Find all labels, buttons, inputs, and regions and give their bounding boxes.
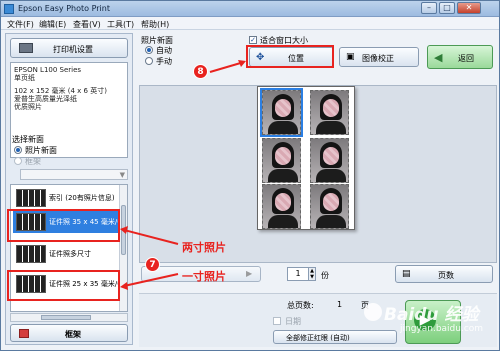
red-eye-label: 全部修正红眼 (自动) [286, 334, 350, 342]
image-correct-button[interactable]: ▣ 图像校正 [339, 47, 419, 67]
printer-settings-label: 打印机设置 [53, 45, 93, 54]
back-button[interactable]: ◀ 返回 [427, 45, 493, 69]
layout-label: 索引 (20有照片信息) [49, 194, 115, 202]
baidu-watermark: Baidu 经验 jingyan.baidu.com [362, 300, 498, 348]
chevron-down-icon: ▼ [119, 171, 125, 179]
watermark-brand: Baidu 经验 [384, 305, 479, 325]
copies-input[interactable]: 1 [287, 267, 309, 281]
paper-source: 单页纸 [14, 74, 35, 82]
printer-model: EPSON L100 Series [14, 66, 82, 74]
pages-button[interactable]: ▤ 页数 [395, 265, 493, 283]
scrollbar-thumb[interactable] [41, 315, 91, 320]
manual-label: 手动 [156, 57, 172, 66]
total-pages-label: 总页数: [287, 301, 314, 310]
photo-paper-radio-label: 照片新面 [25, 146, 57, 155]
two-inch-label: 两寸照片 [182, 241, 226, 254]
photo-slot[interactable] [310, 184, 349, 229]
date-label: 日期 [285, 317, 301, 326]
total-pages-value: 1 [337, 300, 343, 309]
layout-list-hscrollbar[interactable] [10, 313, 128, 322]
photo-slot[interactable] [310, 90, 349, 135]
menu-file[interactable]: 文件(F) [7, 19, 34, 30]
menu-bar: 文件(F) 编辑(E) 查看(V) 工具(T) 帮助(H) [1, 17, 499, 30]
image-correct-label: 图像校正 [362, 54, 394, 63]
layout-thumbnail [16, 245, 46, 263]
title-bar: Epson Easy Photo Print – □ ✕ [1, 1, 499, 17]
pages-icon: ▤ [402, 269, 411, 279]
pages-button-label: 页数 [438, 271, 454, 280]
photo-slot[interactable] [310, 138, 349, 183]
layout-item-multi[interactable]: 证件照多尺寸 [13, 243, 119, 265]
back-arrow-icon: ◀ [434, 51, 443, 64]
frame-icon [19, 329, 29, 338]
photo-paper-radio[interactable] [14, 146, 22, 154]
layout-thumbnail [16, 189, 46, 207]
layout-item-index[interactable]: 索引 (20有照片信息) [13, 187, 119, 209]
printer-settings-button[interactable]: 打印机设置 [10, 38, 128, 58]
maximize-button[interactable]: □ [439, 2, 455, 14]
frame-button[interactable]: 框架 [10, 324, 128, 342]
printer-icon [19, 43, 33, 53]
copies-stepper[interactable]: ▲ ▼ [309, 267, 316, 281]
layout-label: 证件照多尺寸 [49, 250, 91, 258]
photo-slot[interactable] [262, 184, 301, 229]
two-inch-highlight-box [7, 209, 120, 242]
menu-help[interactable]: 帮助(H) [141, 19, 169, 30]
preview-area [139, 85, 497, 263]
paper-type: 爱普生高质量光泽纸 [14, 95, 77, 103]
one-inch-label: 一寸照片 [182, 270, 226, 283]
print-quality: 优质照片 [14, 103, 42, 111]
minimize-button[interactable]: – [421, 2, 437, 14]
photo-slot[interactable] [260, 88, 303, 137]
image-correct-icon: ▣ [346, 52, 355, 62]
auto-label: 自动 [156, 46, 172, 55]
position-highlight-box [246, 45, 334, 68]
select-paper-label: 选择新面 [12, 135, 44, 144]
step-8-badge: 8 [193, 64, 208, 79]
paper-preview [257, 86, 355, 230]
manual-radio[interactable] [145, 57, 153, 65]
step-7-badge: 7 [145, 257, 160, 272]
paper-dropdown[interactable]: ▼ [20, 169, 128, 180]
menu-tools[interactable]: 工具(T) [107, 19, 134, 30]
auto-radio[interactable] [145, 46, 153, 54]
window-title: Epson Easy Photo Print [18, 4, 110, 13]
one-inch-highlight-box [7, 270, 120, 301]
baidu-paw-icon [364, 303, 382, 321]
back-button-label: 返回 [458, 54, 474, 63]
fit-window-checkbox[interactable]: ✓ [249, 36, 257, 44]
photo-slot[interactable] [262, 138, 301, 183]
copies-unit: 份 [321, 271, 329, 280]
date-checkbox[interactable] [273, 317, 281, 325]
close-button[interactable]: ✕ [457, 2, 481, 14]
menu-view[interactable]: 查看(V) [73, 19, 101, 30]
paper-size: 102 x 152 毫米 (4 x 6 英寸) [14, 87, 107, 95]
frame-button-label: 框架 [65, 330, 81, 339]
frame-radio-label: 框架 [25, 157, 41, 166]
watermark-site: jingyan.baidu.com [400, 324, 484, 334]
frame-radio[interactable] [14, 157, 22, 165]
arrow-to-position [209, 60, 246, 73]
app-icon [4, 4, 14, 14]
menu-edit[interactable]: 编辑(E) [39, 19, 66, 30]
next-page-icon: ▶ [246, 269, 253, 278]
